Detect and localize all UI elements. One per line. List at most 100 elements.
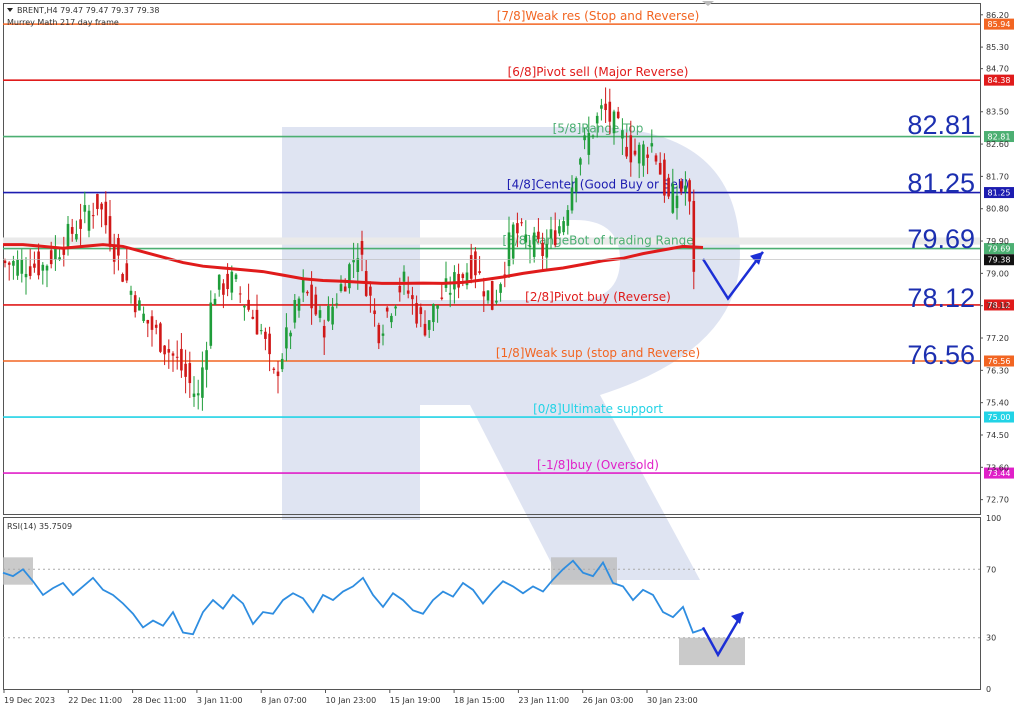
- candle-body: [20, 259, 24, 274]
- candle-body: [423, 323, 427, 336]
- x-tick-label: 15 Jan 19:00: [390, 696, 441, 705]
- candle-body: [196, 393, 200, 396]
- candle-body: [520, 222, 523, 224]
- level-label-4: [3/8]RangeBot of trading Range: [502, 234, 693, 248]
- symbol-line: BRENT,H4 79.47 79.47 79.37 79.38: [17, 6, 159, 15]
- candle-body: [390, 315, 393, 323]
- candle-body: [75, 233, 78, 240]
- candle-body: [419, 307, 423, 315]
- candle-body: [91, 215, 95, 217]
- candle-body: [663, 159, 666, 196]
- x-tick-label: 18 Jan 15:00: [454, 696, 505, 705]
- candle-body: [432, 303, 435, 323]
- candle-body: [658, 162, 662, 175]
- candle-body: [688, 180, 691, 202]
- candle-body: [201, 367, 204, 398]
- candle-body: [448, 292, 452, 295]
- candle-body: [180, 348, 183, 371]
- big-label-81-25: 81.25: [907, 168, 975, 198]
- candle-body: [96, 193, 99, 209]
- candle-body: [184, 363, 187, 377]
- x-tick-label: 10 Jan 23:00: [326, 696, 377, 705]
- candle-body: [301, 278, 305, 293]
- price-tick-label: 83.50: [986, 108, 1009, 117]
- level-label-5: [2/8]Pivot buy (Reverse): [525, 290, 671, 304]
- candle-body: [453, 272, 456, 290]
- big-label-79-69: 79.69: [907, 224, 975, 254]
- candle-body: [558, 226, 561, 234]
- candle-body: [469, 255, 473, 279]
- price-tick-label: 79.90: [986, 237, 1009, 246]
- candle-body: [629, 135, 633, 163]
- candle-body: [461, 274, 465, 279]
- candle-body: [616, 111, 620, 119]
- candle-body: [192, 393, 196, 397]
- candle-body: [352, 260, 355, 263]
- price-tick-label: 73.60: [986, 463, 1009, 472]
- rsi-panel[interactable]: [3, 517, 981, 690]
- candle-body: [142, 313, 145, 322]
- rsi-tick-label: 30: [986, 634, 996, 643]
- candle-body: [646, 154, 649, 158]
- candle-body: [356, 258, 360, 272]
- candle-body: [276, 371, 280, 377]
- candle-body: [322, 325, 326, 338]
- candle-body: [268, 333, 271, 355]
- price-tick-label: 85.30: [986, 43, 1009, 52]
- candle-body: [490, 281, 494, 310]
- candle-body: [247, 299, 250, 310]
- level-tag-text-3: 81.25: [988, 189, 1011, 198]
- candle-body: [58, 257, 61, 260]
- candle-body: [100, 203, 103, 210]
- range-zone: [3, 237, 980, 245]
- candle-body: [499, 284, 502, 293]
- candle-body: [335, 303, 339, 305]
- candle-body: [684, 185, 687, 192]
- candle-body: [574, 178, 578, 192]
- big-label-76-56: 76.56: [907, 340, 975, 370]
- level-tag-text-1: 84.38: [988, 76, 1011, 85]
- candle-body: [583, 135, 586, 141]
- candle-body: [654, 155, 658, 162]
- x-tick-label: 28 Dec 11:00: [133, 696, 187, 705]
- candle-body: [545, 243, 549, 258]
- candle-body: [222, 283, 225, 295]
- level-tag-text-6: 76.56: [988, 357, 1011, 366]
- candle-body: [566, 210, 570, 226]
- candle-body: [306, 291, 309, 294]
- price-tick-label: 75.40: [986, 399, 1009, 408]
- candle-body: [511, 224, 515, 259]
- candle-body: [608, 101, 612, 122]
- candle-body: [3, 260, 7, 264]
- candle-body: [549, 229, 553, 239]
- price-tick-label: 78.10: [986, 302, 1009, 311]
- candle-body: [129, 290, 133, 295]
- price-tick-label: 76.30: [986, 366, 1009, 375]
- candle-body: [293, 299, 297, 323]
- candle-body: [318, 310, 322, 318]
- candle-body: [478, 271, 481, 273]
- candle-body: [343, 286, 347, 292]
- price-tick-label: 84.70: [986, 65, 1009, 74]
- candle-body: [427, 320, 431, 330]
- x-tick-label: 19 Dec 2023: [4, 696, 55, 705]
- candle-body: [436, 305, 439, 309]
- rsi-zone-0: [3, 557, 33, 585]
- candle-body: [285, 327, 288, 349]
- candle-body: [280, 358, 284, 370]
- candle-body: [163, 345, 166, 355]
- level-label-8: [-1/8]buy (Oversold): [537, 458, 659, 472]
- candle-body: [66, 223, 70, 247]
- dropdown-icon[interactable]: [7, 8, 13, 12]
- candle-body: [171, 353, 175, 356]
- candle-body: [230, 271, 234, 293]
- level-label-1: [6/8]Pivot sell (Major Reverse): [508, 65, 689, 79]
- candle-body: [234, 274, 238, 280]
- candle-body: [87, 210, 91, 231]
- candle-body: [633, 150, 637, 155]
- candle-body: [692, 200, 696, 272]
- price-tick-label: 79.00: [986, 269, 1009, 278]
- candle-body: [612, 111, 616, 134]
- candle-body: [108, 216, 112, 247]
- candle-body: [167, 349, 171, 353]
